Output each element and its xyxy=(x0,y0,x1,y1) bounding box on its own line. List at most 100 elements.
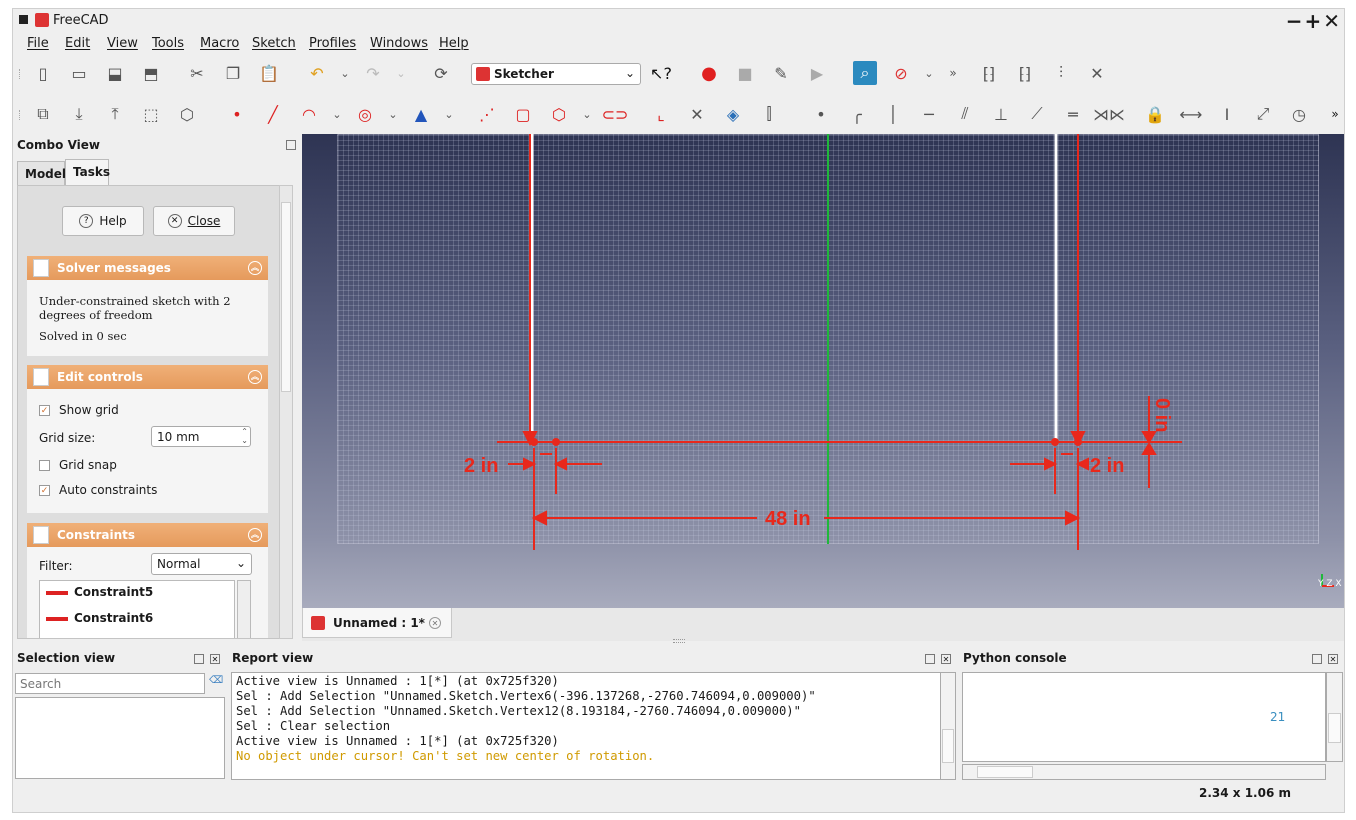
tab-tasks[interactable]: Tasks xyxy=(65,159,110,185)
copy-icon[interactable]: ❐ xyxy=(221,61,245,85)
menu-profiles[interactable]: Profiles xyxy=(309,36,356,51)
scrollbar-thumb[interactable] xyxy=(942,729,954,763)
selection-list[interactable] xyxy=(15,697,225,779)
rectangle-icon[interactable]: ▢ xyxy=(511,102,535,126)
save-as-icon[interactable]: ⬒ xyxy=(139,61,163,85)
toolbar-grip[interactable] xyxy=(19,69,22,79)
open-icon[interactable]: ▭ xyxy=(67,61,91,85)
menu-help[interactable]: Help xyxy=(439,36,469,51)
solver-messages-header[interactable]: Solver messages ︽ xyxy=(27,256,268,280)
report-scrollbar[interactable] xyxy=(940,672,956,780)
conic-dropdown-icon[interactable]: ⌄ xyxy=(437,102,461,126)
splitter-handle[interactable] xyxy=(673,639,685,643)
polygon-icon[interactable]: ⬡ xyxy=(547,102,571,126)
more-icon[interactable]: » xyxy=(941,61,965,85)
dimension-label-vertical[interactable]: 0 in xyxy=(1151,398,1173,432)
close-tab-icon[interactable]: ✕ xyxy=(429,617,441,629)
save-icon[interactable]: ⬓ xyxy=(103,61,127,85)
line-icon[interactable]: ╱ xyxy=(261,102,285,126)
vertex-point[interactable] xyxy=(1051,438,1059,446)
vertex-point[interactable] xyxy=(1074,438,1082,446)
new-document-icon[interactable]: ▯ xyxy=(31,61,55,85)
construction-mode-icon[interactable]: ⫿ xyxy=(757,102,781,126)
map-sketch-icon[interactable]: ⤒ xyxy=(103,102,127,126)
toolbar-grip[interactable] xyxy=(19,110,22,120)
tab-model[interactable]: Model xyxy=(17,161,66,185)
menu-tools[interactable]: Tools xyxy=(152,36,184,51)
grid-snap-checkbox[interactable] xyxy=(39,460,50,471)
draw-style-dropdown-icon[interactable]: ⌄ xyxy=(917,61,941,85)
sketch-tool-c-icon[interactable]: ⫶ xyxy=(1049,61,1073,85)
record-macro-icon[interactable]: ● xyxy=(697,61,721,85)
sketch-tool-d-icon[interactable]: ✕ xyxy=(1085,61,1109,85)
horizontal-constraint-icon[interactable]: ─ xyxy=(917,102,941,126)
menu-edit[interactable]: Edit xyxy=(65,36,90,51)
sketch-tool-b-icon[interactable]: ⁅⁆ xyxy=(1013,61,1037,85)
run-macro-icon[interactable]: ▶ xyxy=(805,61,829,85)
python-console-hscrollbar[interactable] xyxy=(962,764,1326,780)
polyline-icon[interactable]: ⋰ xyxy=(475,102,499,126)
vertical-distance-icon[interactable]: Ⅰ xyxy=(1215,102,1239,126)
workbench-selector[interactable]: Sketcher ⌄ xyxy=(471,63,641,85)
point-icon[interactable]: • xyxy=(225,102,249,126)
stop-macro-icon[interactable]: ■ xyxy=(733,61,757,85)
document-tab[interactable]: Unnamed : 1* ✕ xyxy=(302,608,452,638)
close-panel-icon[interactable]: ✕ xyxy=(1328,654,1338,664)
show-grid-checkbox[interactable]: ✓ xyxy=(39,405,50,416)
redo-icon[interactable]: ↷ xyxy=(361,61,385,85)
trim-icon[interactable]: ✕ xyxy=(685,102,709,126)
window-controls[interactable]: −+✕ xyxy=(1286,9,1342,33)
auto-constraints-checkbox[interactable]: ✓ xyxy=(39,485,50,496)
lock-constraint-icon[interactable]: 🔒 xyxy=(1143,102,1167,126)
cut-icon[interactable]: ✂ xyxy=(185,61,209,85)
equal-constraint-icon[interactable]: ═ xyxy=(1061,102,1085,126)
undo-icon[interactable]: ↶ xyxy=(305,61,329,85)
point-on-object-icon[interactable]: ╭ xyxy=(845,102,869,126)
whats-this-icon[interactable]: ↖? xyxy=(649,61,673,85)
edit-macro-icon[interactable]: ✎ xyxy=(769,61,793,85)
constraints-header[interactable]: Constraints ︽ xyxy=(27,523,268,547)
scrollbar-thumb[interactable] xyxy=(977,766,1033,778)
filter-select[interactable]: Normal ⌄ xyxy=(151,553,252,575)
report-output[interactable]: Active view is Unnamed : 1[*] (at 0x725f… xyxy=(231,672,941,780)
more-icon[interactable]: » xyxy=(1323,102,1344,126)
reorient-sketch-icon[interactable]: ⬚ xyxy=(139,102,163,126)
edit-controls-header[interactable]: Edit controls ︽ xyxy=(27,365,268,389)
constraints-scrollbar[interactable] xyxy=(237,580,251,638)
tangent-constraint-icon[interactable]: ⟋ xyxy=(1025,102,1049,126)
float-panel-icon[interactable] xyxy=(286,140,296,150)
grid-size-spinbox[interactable]: 10 mm ⌃ ⌄ xyxy=(151,426,251,447)
arc-dropdown-icon[interactable]: ⌄ xyxy=(325,102,349,126)
sketch-viewport[interactable]: 2 in 2 in 48 in 0 in Y Z X xyxy=(302,134,1344,608)
vertical-constraint-icon[interactable]: │ xyxy=(881,102,905,126)
close-panel-icon[interactable]: ✕ xyxy=(941,654,951,664)
system-menu-icon[interactable] xyxy=(19,15,28,24)
circle-icon[interactable]: ◎ xyxy=(353,102,377,126)
spin-arrows-icon[interactable]: ⌃ ⌄ xyxy=(241,427,248,445)
radius-constraint-icon[interactable]: ◷ xyxy=(1287,102,1311,126)
collapse-icon[interactable]: ︽ xyxy=(248,370,262,384)
task-panel-scrollbar[interactable] xyxy=(279,185,293,639)
menu-file[interactable]: File xyxy=(27,36,49,51)
float-panel-icon[interactable] xyxy=(194,654,204,664)
menu-windows[interactable]: Windows xyxy=(370,36,428,51)
perpendicular-constraint-icon[interactable]: ⊥ xyxy=(989,102,1013,126)
arc-icon[interactable]: ◠ xyxy=(297,102,321,126)
python-console-vscrollbar[interactable] xyxy=(1326,672,1343,762)
help-button[interactable]: ? Help xyxy=(62,206,144,236)
horizontal-distance-icon[interactable]: ⟷ xyxy=(1179,102,1203,126)
parallel-constraint-icon[interactable]: ⫽ xyxy=(953,102,977,126)
close-button[interactable]: ✕ Close xyxy=(153,206,235,236)
collapse-icon[interactable]: ︽ xyxy=(248,528,262,542)
dimension-label-right[interactable]: 2 in xyxy=(1090,455,1124,477)
menu-macro[interactable]: Macro xyxy=(200,36,239,51)
scrollbar-thumb[interactable] xyxy=(281,202,291,392)
coincident-constraint-icon[interactable]: • xyxy=(809,102,833,126)
sketch-tool-a-icon[interactable]: ⁅⁆ xyxy=(977,61,1001,85)
slot-icon[interactable]: ⊂⊃ xyxy=(602,102,629,126)
constraint-item[interactable]: Constraint5 xyxy=(74,585,153,599)
vertex-point[interactable] xyxy=(530,438,538,446)
float-panel-icon[interactable] xyxy=(1312,654,1322,664)
vertex-point[interactable] xyxy=(552,438,560,446)
circle-dropdown-icon[interactable]: ⌄ xyxy=(381,102,405,126)
